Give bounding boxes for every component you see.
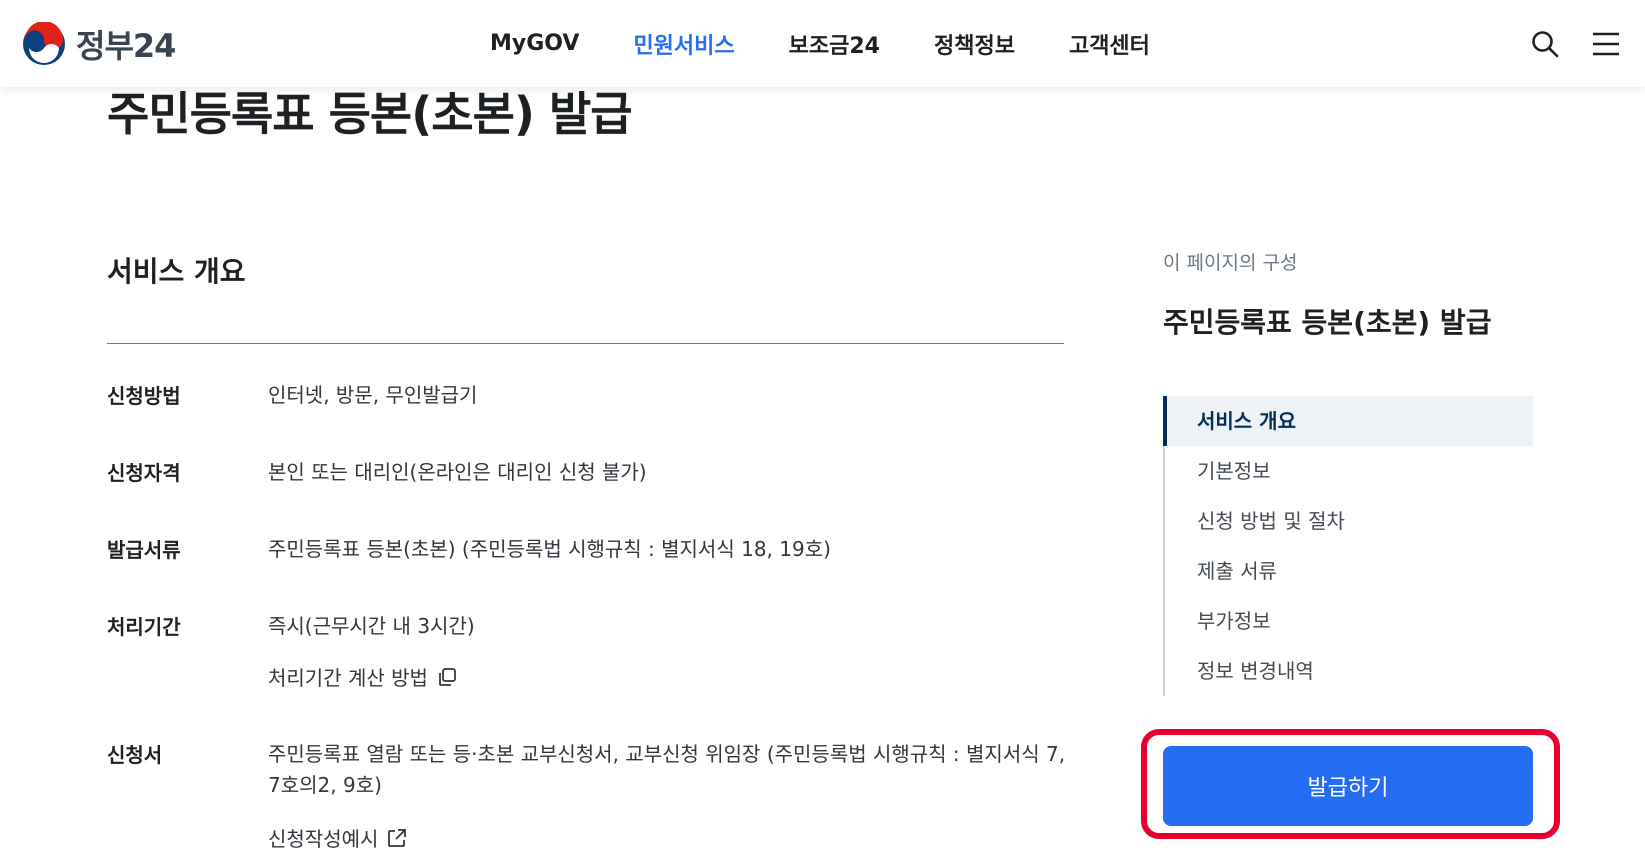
info-label: 신청서 [107,743,163,767]
info-label: 신청방법 [107,384,181,408]
global-nav: MyGOV 민원서비스 보조금24 정책정보 고객센터 [490,0,1204,87]
nav-item-mygov[interactable]: MyGOV [490,31,579,56]
info-value: 본인 또는 대리인(온라인은 대리인 신청 불가) [268,460,647,484]
info-label: 신청자격 [107,461,181,485]
gov24-logo[interactable]: 정부24 [22,22,176,66]
toc-title: 주민등록표 등본(초본) 발급 [1163,306,1492,339]
application-example-link[interactable]: 신청작성예시 [268,823,408,852]
processing-time-calc-link[interactable]: 처리기간 계산 방법 [268,662,458,691]
page-title: 주민등록표 등본(초본) 발급 [107,87,633,141]
toc-list: 서비스 개요 기본정보 신청 방법 및 절차 제출 서류 부가정보 정보 변경내… [1163,396,1533,696]
info-value: 즉시(근무시간 내 3시간) [268,614,475,638]
info-label: 발급서류 [107,538,181,562]
site-header: 정부24 MyGOV 민원서비스 보조금24 정책정보 고객센터 [0,0,1645,87]
info-value: 인터넷, 방문, 무인발급기 [268,383,478,407]
link-label: 처리기간 계산 방법 [268,666,428,690]
info-value: 주민등록표 등본(초본) (주민등록법 시행규칙 : 별지서식 18, 19호) [268,537,831,561]
logo-text: 정부24 [76,27,176,65]
nav-item-subsidy24[interactable]: 보조금24 [789,28,880,60]
nav-item-policy-info[interactable]: 정책정보 [934,28,1015,60]
taegeuk-logo-icon [23,22,65,65]
hamburger-menu-icon[interactable] [1591,29,1621,59]
toc-item-method-procedure[interactable]: 신청 방법 및 절차 [1165,496,1535,546]
section-divider [107,343,1064,344]
search-icon[interactable] [1530,29,1560,59]
toc-item-basic-info[interactable]: 기본정보 [1165,446,1535,496]
info-value: 주민등록표 열람 또는 등·초본 교부신청서, 교부신청 위임장 (주민등록법 … [268,742,1066,797]
nav-item-civil-service[interactable]: 민원서비스 [633,28,734,60]
external-link-icon [388,828,407,847]
section-title-overview: 서비스 개요 [107,255,246,288]
link-label: 신청작성예시 [268,827,379,851]
toc-caption: 이 페이지의 구성 [1163,252,1298,274]
info-label: 처리기간 [107,615,181,639]
toc-item-service-overview[interactable]: 서비스 개요 [1163,396,1533,446]
toc-item-required-documents[interactable]: 제출 서류 [1165,546,1535,596]
issue-button[interactable]: 발급하기 [1163,746,1533,826]
toc-item-additional-info[interactable]: 부가정보 [1165,596,1535,646]
nav-item-customer-center[interactable]: 고객센터 [1069,28,1150,60]
copy-window-icon [439,667,456,686]
toc-item-change-history[interactable]: 정보 변경내역 [1165,646,1535,696]
